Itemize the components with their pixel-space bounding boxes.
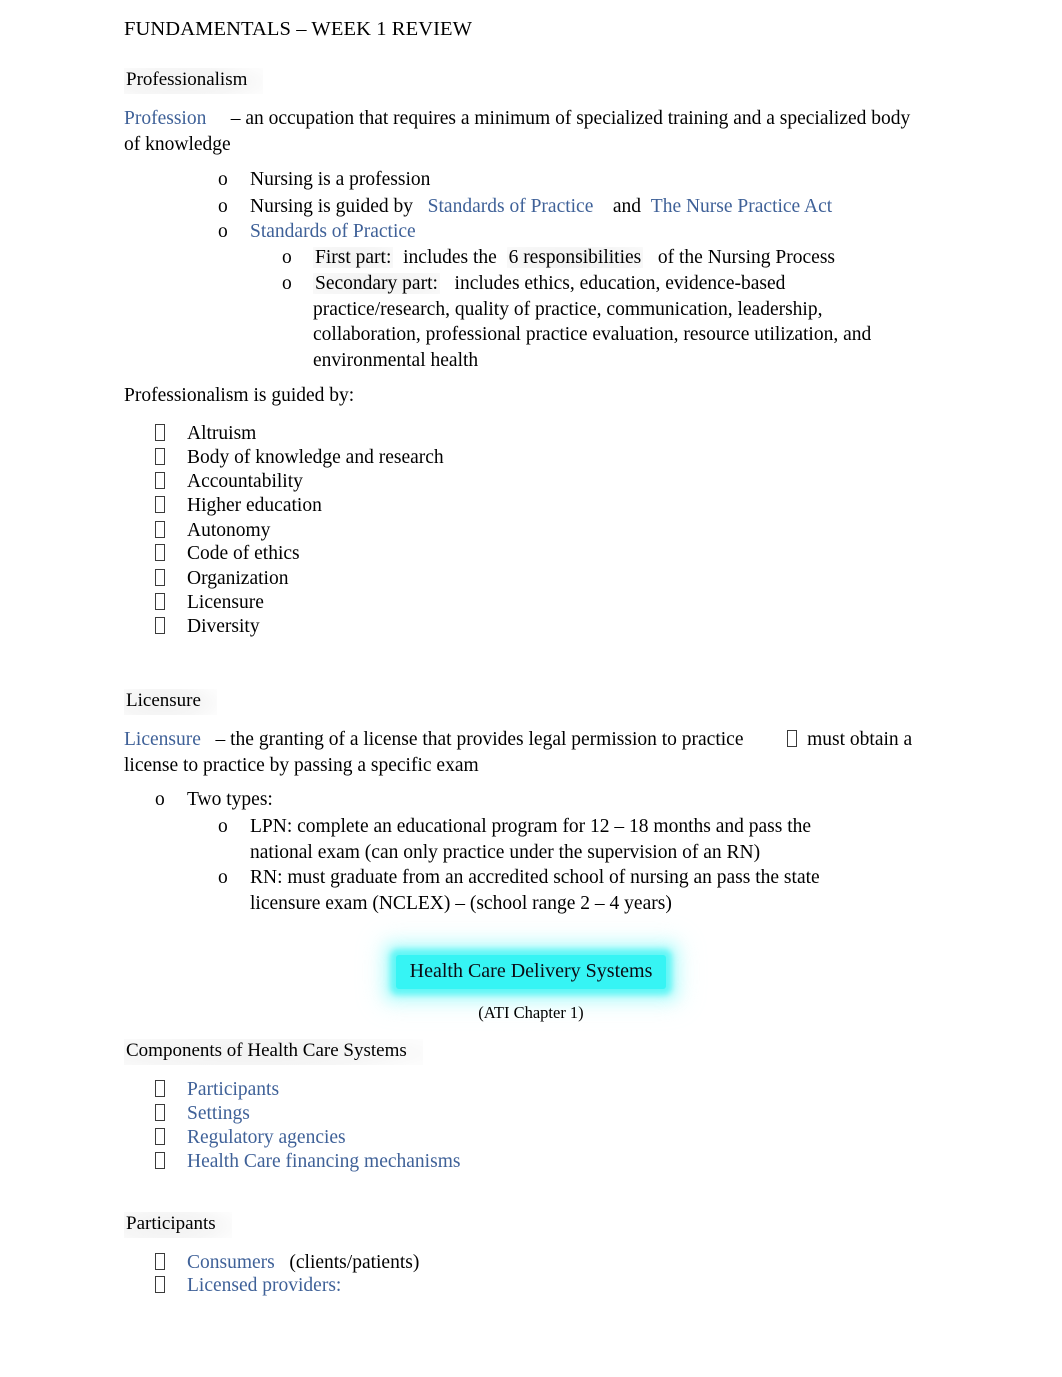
tofu-bullet-icon [155,493,165,519]
profession-definition-text: – an occupation that requires a minimum … [124,108,911,155]
profession-term: Profession [124,108,207,129]
list-item-altruism: Altruism [187,423,257,444]
tofu-bullet-icon [787,730,798,747]
list-item-rn: RN: must graduate from an accredited sch… [250,867,820,914]
tofu-bullet-icon [155,614,165,640]
list-item-nursing-is-guided-by: Nursing is guided by Standards of Practi… [250,194,832,220]
consumers-link: Consumers [187,1252,275,1273]
link-standards-of-practice: Standards of Practice [427,196,594,217]
profession-definition-paragraph: Profession – an occupation that requires… [124,106,914,157]
tofu-bullet-icon [155,1250,165,1276]
first-part-label: First part: [313,247,394,268]
list-item-licensure: Licensure [187,592,264,613]
list-item-autonomy: Autonomy [187,520,271,541]
list-marker-o: o [155,789,165,810]
tofu-bullet-icon [155,469,165,495]
document-title: FUNDAMENTALS – WEEK 1 REVIEW [124,18,473,40]
tofu-bullet-icon [155,566,165,592]
list-item-diversity: Diversity [187,616,260,637]
list-item-secondary-part: Secondary part: includes ethics, educati… [313,271,891,373]
tofu-bullet-icon [155,1101,165,1127]
list-item-organization: Organization [187,568,289,589]
professionalism-guided-by-label: Professionalism is guided by: [124,385,355,406]
list-marker-o: o [218,816,228,837]
section-heading-licensure: Licensure [124,689,217,715]
document-page: FUNDAMENTALS – WEEK 1 REVIEW Professiona… [0,0,1062,1377]
tofu-bullet-icon [155,518,165,544]
list-item-accountability: Accountability [187,471,303,492]
list-item-regulatory-agencies: Regulatory agencies [187,1127,346,1148]
banner-subnote-ati-chapter: (ATI Chapter 1) [478,1003,584,1022]
list-item-lpn: LPN: complete an educational program for… [250,816,812,863]
list-marker-o: o [218,196,228,217]
list-item-participants: Participants [187,1079,280,1100]
list-marker-o: o [218,169,228,190]
profession-gap [206,108,230,129]
banner-heading-container: Health Care Delivery Systems [0,955,1062,989]
tofu-bullet-icon [155,1077,165,1103]
tofu-bullet-icon [155,445,165,471]
section-heading-components-of-health-care-systems: Components of Health Care Systems [124,1039,423,1065]
list-item-body-of-knowledge: Body of knowledge and research [187,447,444,468]
list-item-nursing-is-a-profession: Nursing is a profession [250,169,431,190]
consumers-plain: (clients/patients) [289,1252,420,1273]
list-item-code-of-ethics: Code of ethics [187,543,300,564]
licensure-definition-text-2: must [807,729,846,750]
link-the-nurse-practice-act: The Nurse Practice Act [650,196,833,217]
list-marker-o: o [218,867,228,888]
guided-by-conjunction: and [612,196,642,217]
list-marker-o: o [282,247,292,268]
list-marker-o: o [282,273,292,294]
section-heading-professionalism: Professionalism [124,68,264,94]
first-part-end: of the Nursing Process [657,247,835,268]
tofu-bullet-icon [155,590,165,616]
tofu-bullet-icon [155,541,165,567]
list-item-health-care-financing: Health Care financing mechanisms [187,1151,461,1172]
list-item-first-part: First part: includes the 6 responsibilit… [313,245,835,271]
list-item-consumers: Consumers (clients/patients) [187,1250,419,1276]
banner-heading-health-care-delivery-systems: Health Care Delivery Systems [395,955,667,989]
licensure-term: Licensure [124,729,201,750]
guided-by-prefix: Nursing is guided by [250,196,414,217]
tofu-bullet-icon [155,1273,165,1299]
first-part-emphasis: 6 responsibilities [506,247,644,268]
list-item-standards-of-practice: Standards of Practice [250,221,416,242]
secondary-part-label: Secondary part: [313,273,440,294]
section-heading-participants: Participants [124,1212,232,1238]
first-part-mid: includes the [403,247,497,268]
list-item-settings: Settings [187,1103,250,1124]
list-marker-o: o [218,221,228,242]
licensure-definition-text-1: – the granting of a license that provide… [215,729,744,750]
tofu-bullet-icon [155,1149,165,1175]
licensure-definition-paragraph: Licensure – the granting of a license th… [124,727,934,778]
list-item-licensed-providers: Licensed providers: [187,1275,342,1296]
tofu-bullet-icon [155,421,165,447]
list-item-two-types: Two types: [187,789,273,810]
list-item-higher-education: Higher education [187,495,322,516]
tofu-bullet-icon [155,1125,165,1151]
